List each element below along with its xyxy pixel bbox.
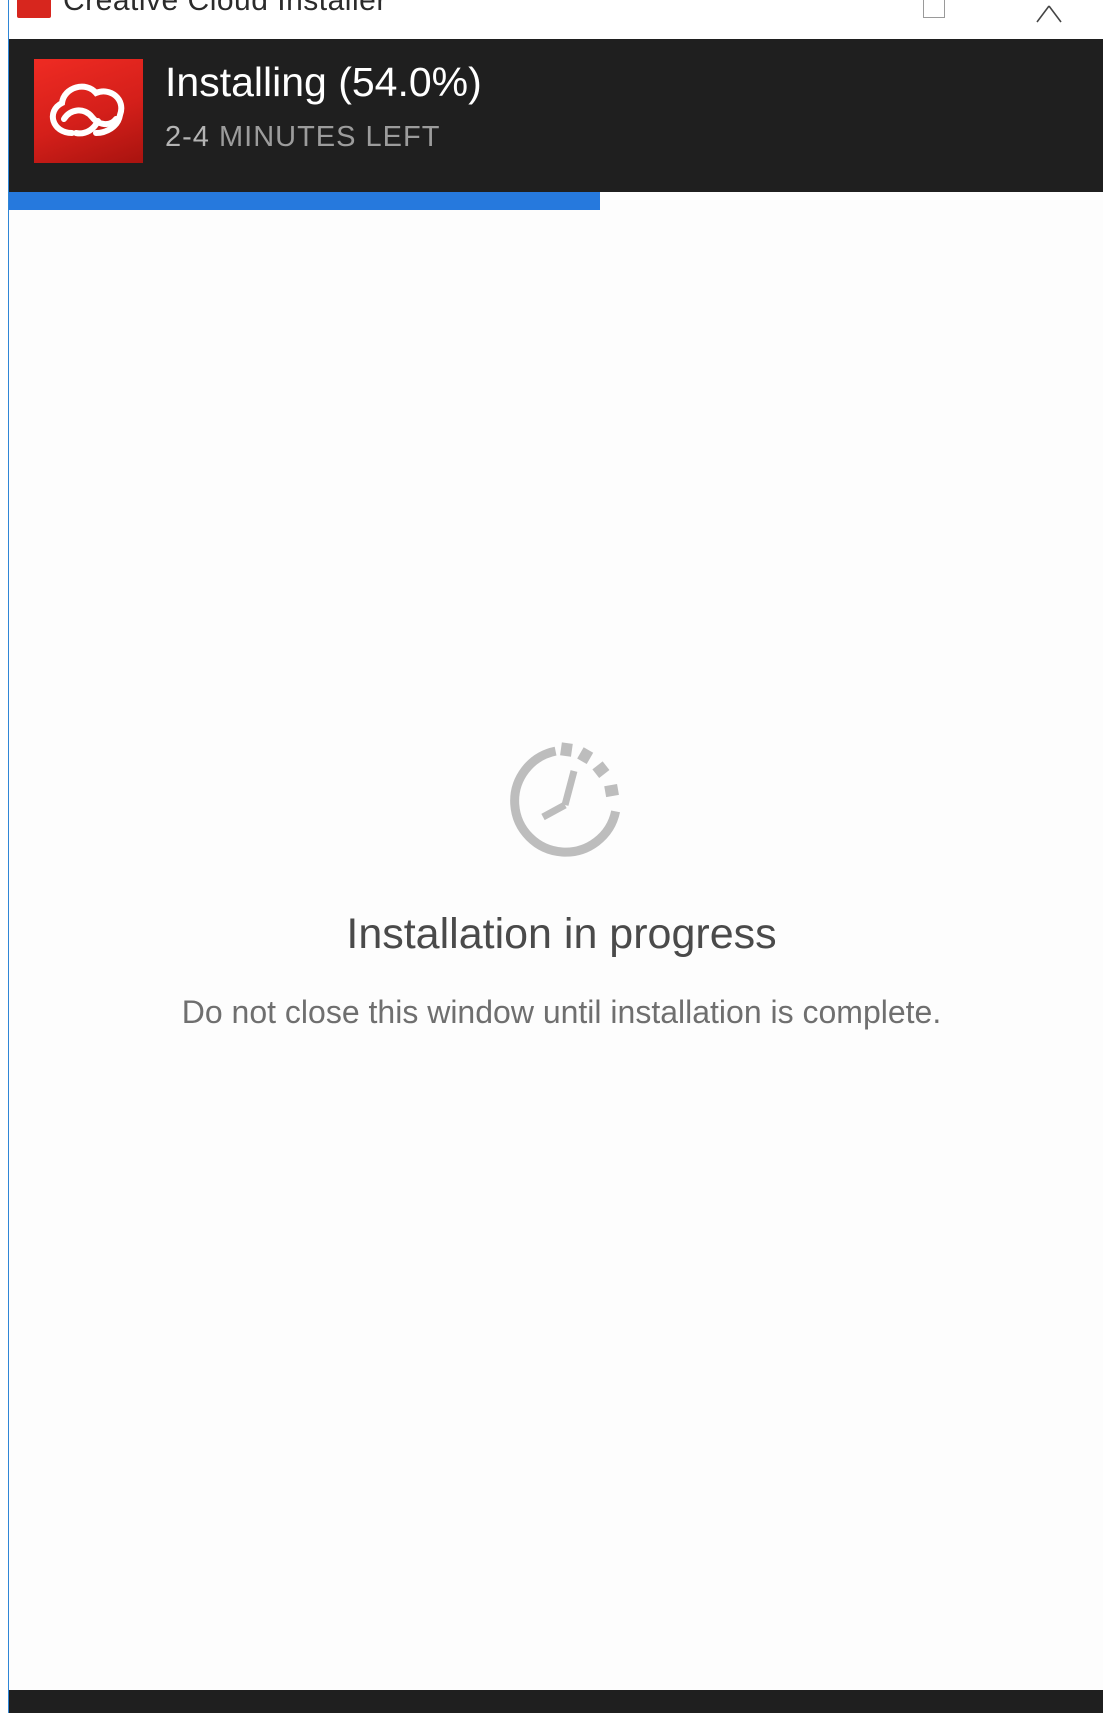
time-remaining-label: MINUTES LEFT [218,121,441,153]
app-small-icon [17,0,51,18]
progress-bar-fill [9,192,600,210]
title-bar[interactable]: Creative Cloud Installer [9,0,1103,39]
time-remaining: 2-4 MINUTES LEFT [165,121,440,154]
close-icon [1036,5,1062,23]
progress-bar [9,192,1103,210]
content-title: Installation in progress [346,910,777,958]
time-remaining-range: 2-4 [165,121,210,153]
close-button[interactable] [1024,0,1070,24]
clock-icon [500,737,630,867]
footer-bar [9,1690,1103,1713]
install-status: Installing (54.0%) [165,59,482,105]
page: Creative Cloud Installer Installing (54.… [0,0,1103,1713]
window-title: Creative Cloud Installer [63,0,387,17]
installer-window: Creative Cloud Installer Installing (54.… [8,0,1103,1713]
creative-cloud-logo-icon [34,59,143,163]
status-header: Installing (54.0%) 2-4 MINUTES LEFT [9,39,1103,192]
maximize-icon [923,0,945,18]
maximize-button[interactable] [909,0,955,24]
content-message: Do not close this window until installat… [181,994,942,1030]
